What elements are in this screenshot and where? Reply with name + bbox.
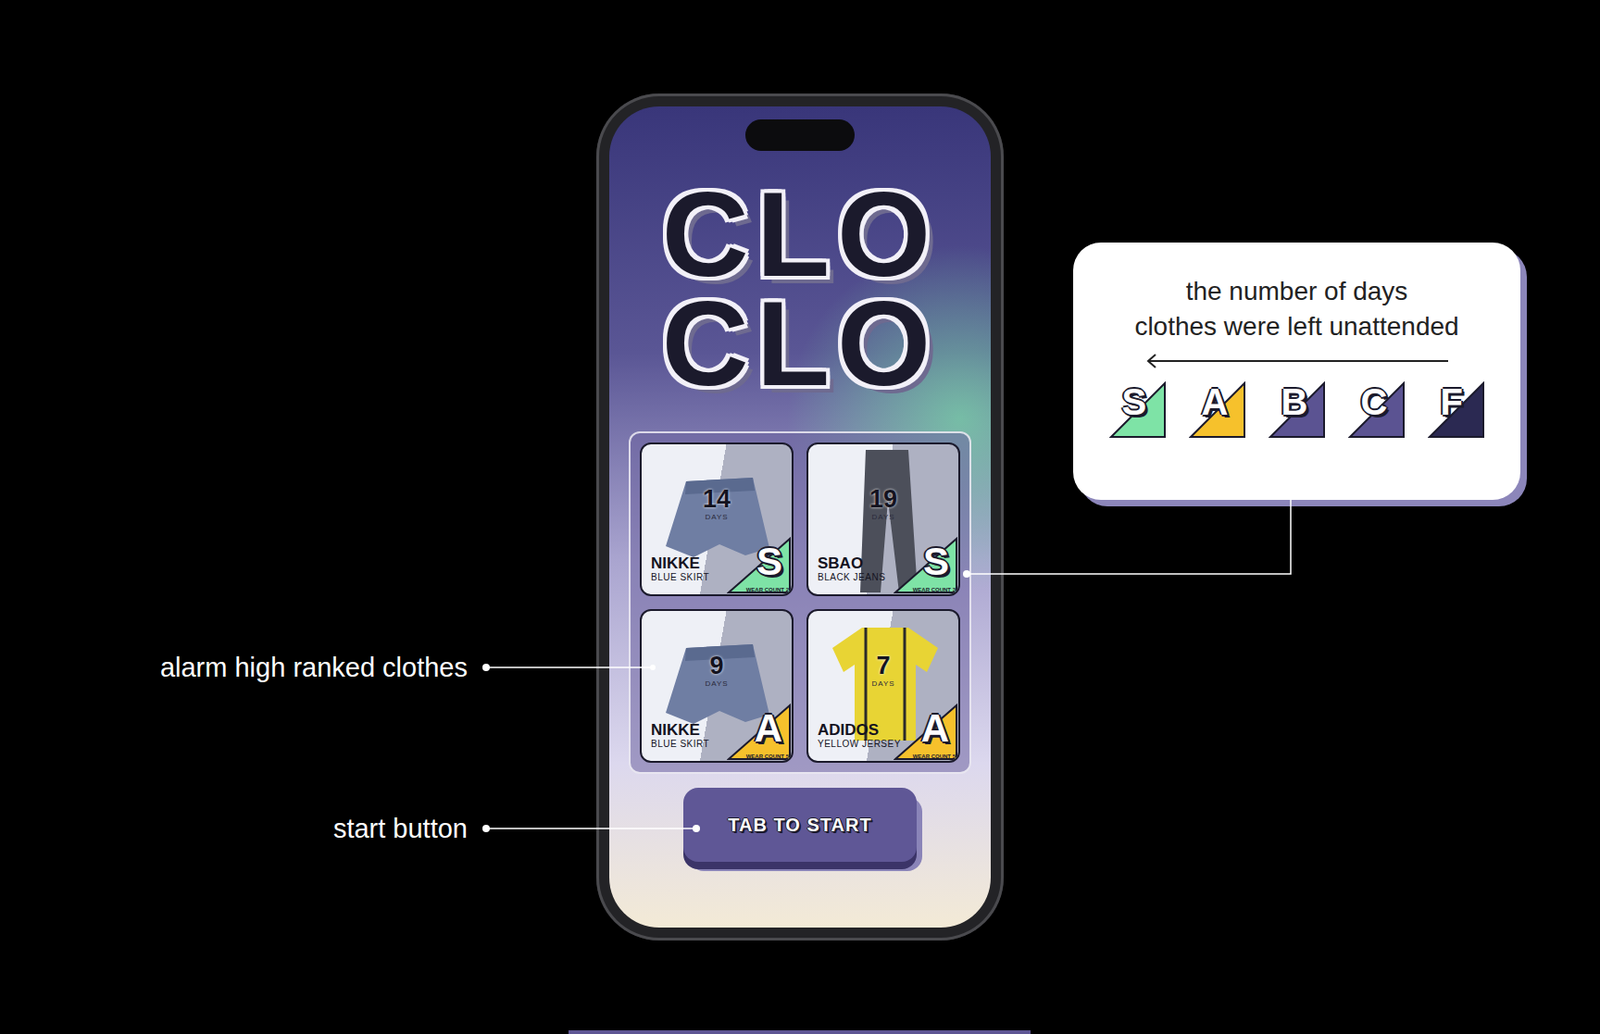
clothes-info: ADIDOSYELLOW JERSEY bbox=[817, 722, 901, 750]
clothes-card[interactable]: 14DAYS NIKKEBLUE SKIRT S WEAR COUNT 2 bbox=[639, 442, 794, 597]
days-label: DAYS bbox=[641, 679, 792, 688]
days-count: 9 bbox=[641, 653, 792, 679]
rank-letter: S bbox=[923, 542, 950, 582]
camera-notch bbox=[745, 119, 855, 151]
rank-legend-callout: the number of daysclothes were left unat… bbox=[1073, 242, 1521, 500]
logo-line: CLO bbox=[662, 179, 938, 289]
rank-letter: F bbox=[1440, 383, 1463, 421]
wear-count: WEAR COUNT 2 bbox=[746, 587, 789, 593]
clothes-info: NIKKEBLUE SKIRT bbox=[650, 555, 710, 584]
rank-letter: S bbox=[1122, 383, 1148, 421]
days-count: 19 bbox=[808, 487, 959, 513]
clothes-card[interactable]: 7DAYS ADIDOSYELLOW JERSEY A WEAR COUNT 5 bbox=[806, 609, 961, 763]
days-label: DAYS bbox=[808, 679, 959, 688]
item-name: YELLOW JERSEY bbox=[817, 738, 901, 750]
item-name: BLACK JEANS bbox=[817, 572, 886, 584]
clothes-card[interactable]: 19DAYS SBAOBLACK JEANS S WEAR COUNT 3 bbox=[806, 442, 961, 597]
rank-letter: C bbox=[1361, 383, 1388, 421]
start-button[interactable]: TAB TO START bbox=[683, 787, 917, 863]
rank-badge: C bbox=[1348, 381, 1406, 439]
rank-badge: F bbox=[1427, 381, 1486, 439]
item-name: BLUE SKIRT bbox=[650, 738, 710, 750]
bottom-strip bbox=[568, 1030, 1031, 1034]
brand-name: NIKKE bbox=[650, 722, 710, 739]
phone-frame: CLOCLO14DAYSNIKKEBLUE SKIRTSWEAR COUNT 2… bbox=[596, 93, 1004, 941]
app-screen: CLOCLO14DAYSNIKKEBLUE SKIRTSWEAR COUNT 2… bbox=[609, 106, 991, 928]
presentation-slide: CLOCLO14DAYSNIKKEBLUE SKIRTSWEAR COUNT 2… bbox=[0, 0, 1600, 1034]
days-count: 7 bbox=[808, 653, 959, 679]
rank-badge: S bbox=[1109, 381, 1167, 439]
days-label: DAYS bbox=[808, 512, 959, 522]
annotation-lines bbox=[0, 0, 1600, 1034]
callout-text: the number of days bbox=[1186, 274, 1409, 310]
clothes-info: NIKKEBLUE SKIRT bbox=[650, 722, 710, 750]
clothes-grid: 14DAYSNIKKEBLUE SKIRTSWEAR COUNT 219DAYS… bbox=[628, 431, 972, 775]
rank-badge: A bbox=[1188, 381, 1247, 439]
rank-letter: B bbox=[1281, 383, 1309, 421]
left-arrow-icon bbox=[1144, 353, 1450, 369]
wear-count: WEAR COUNT 5 bbox=[746, 753, 789, 760]
item-name: BLUE SKIRT bbox=[650, 572, 710, 584]
days-count: 14 bbox=[641, 487, 792, 513]
clothes-card[interactable]: 9DAYS NIKKEBLUE SKIRT A WEAR COUNT 5 bbox=[639, 609, 794, 763]
rank-badge: S WEAR COUNT 2 bbox=[726, 537, 792, 595]
rank-letter: A bbox=[1201, 383, 1229, 421]
days-label: DAYS bbox=[641, 512, 792, 522]
brand-name: ADIDOS bbox=[817, 722, 901, 739]
clothes-info: SBAOBLACK JEANS bbox=[817, 555, 886, 584]
app-logo: CLOCLO bbox=[662, 179, 938, 399]
rank-letter: A bbox=[921, 709, 950, 749]
rank-badge: A WEAR COUNT 5 bbox=[893, 703, 959, 762]
rank-letter: S bbox=[756, 542, 783, 582]
brand-name: NIKKE bbox=[650, 555, 710, 573]
annotation-label: start button bbox=[333, 812, 468, 846]
rank-badge: A WEAR COUNT 5 bbox=[726, 703, 792, 762]
wear-count: WEAR COUNT 3 bbox=[912, 587, 956, 593]
rank-list: SABCF bbox=[1109, 381, 1486, 439]
callout-text: clothes were left unattended bbox=[1134, 309, 1459, 345]
rank-badge: S WEAR COUNT 3 bbox=[893, 537, 959, 595]
brand-name: SBAO bbox=[817, 555, 886, 573]
logo-line: CLO bbox=[662, 288, 938, 399]
rank-letter: A bbox=[754, 709, 783, 749]
wear-count: WEAR COUNT 5 bbox=[912, 753, 956, 760]
annotation-label: alarm high ranked clothes bbox=[160, 650, 468, 685]
rank-badge: B bbox=[1268, 381, 1326, 439]
